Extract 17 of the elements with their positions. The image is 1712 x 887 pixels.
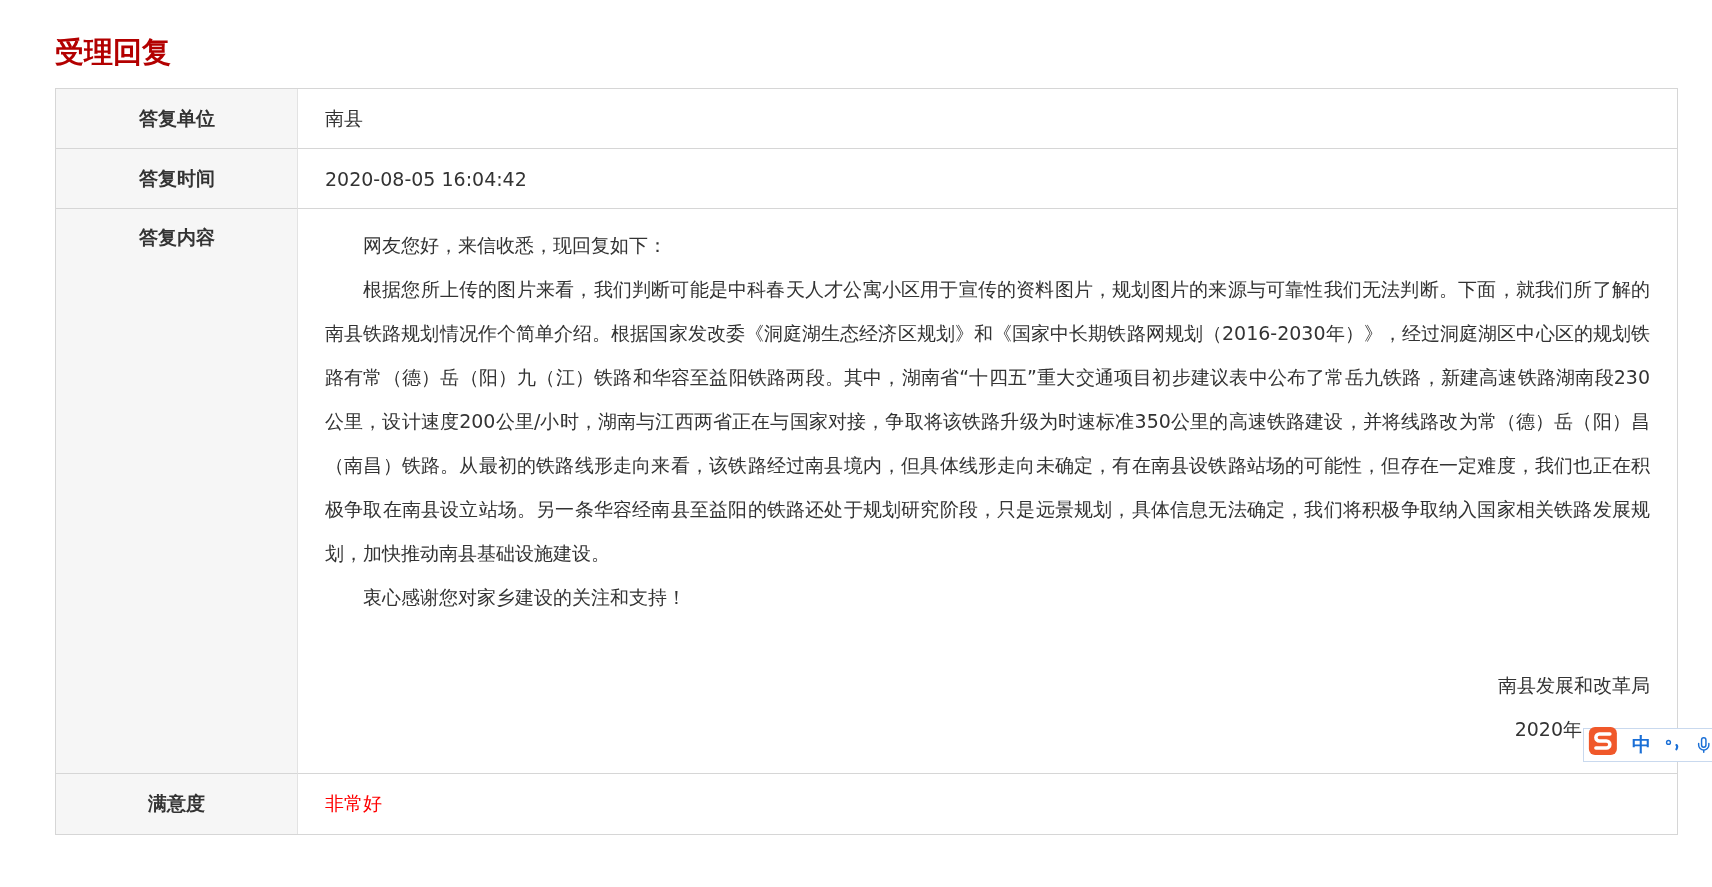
satisfaction-text: 非常好 — [325, 791, 382, 816]
input-mode-toggle[interactable]: 中 — [1631, 732, 1651, 758]
signature-text: 南县发展和改革局 — [1498, 674, 1650, 696]
ime-toolbar[interactable]: 中 — [1583, 728, 1712, 762]
reply-paragraph: 衷心感谢您对家乡建设的关注和支持！ — [362, 585, 687, 610]
label-cell: 答复单位 — [56, 89, 298, 149]
ime-logo-icon — [1588, 724, 1618, 758]
label-cell: 答复时间 — [56, 149, 298, 209]
value-text: 2020-08-05 16:04:42 — [325, 167, 527, 190]
reply-paragraph: 网友您好，来信收悉，现回复如下： — [362, 233, 668, 258]
section-title: 受理回复 — [55, 34, 172, 71]
reply-paragraph: 根据您所上传的图片来看，我们判断可能是中科春天人才公寓小区用于宣传的资料图片，规划图片的来源与可靠性我们无法判断。下面，就我们所了解的南县铁路规划情况作个简单介绍。根据国家发改委《洞庭湖生态经济区规划》和《国家中长期铁路网规划（2016-2030年）》，经过洞庭湖区中心区的规划铁路有常（德）岳（阳）九（江）铁路和华容至益阳铁路两段。其中，湖南省“十四五”重大交通项目初步建议表中公布了常岳九铁路，新建高速铁路湖南段230公里，设计速度200公里/小时，湖南与江西两省正在与国家对接，争取将该铁路升级为时速标准350公里的高速铁路建设，并将线路改为常（德）岳（阳）昌（南昌）铁路。从最初的铁路线形走向来看，该铁路经过南县境内，但具体线形走向未确定，有在南县设铁路站场的可能性，但存在一定难度，我们也正在积极争取在南县设立站场。另一条华容经南县至益阳的铁路还处于规划研究阶段，只是远景规划，具体信息无法确定，我们将积极争取纳入国家相关铁路发展规划，加快推动南县基础设施建设。 — [325, 277, 1650, 566]
value-text: 南县 — [325, 105, 363, 131]
label-cell: 答复内容 — [56, 209, 298, 774]
label-cell: 满意度 — [56, 774, 298, 834]
punctuation-icon[interactable] — [1664, 737, 1681, 753]
date-text: 2020年 — [1514, 718, 1582, 740]
